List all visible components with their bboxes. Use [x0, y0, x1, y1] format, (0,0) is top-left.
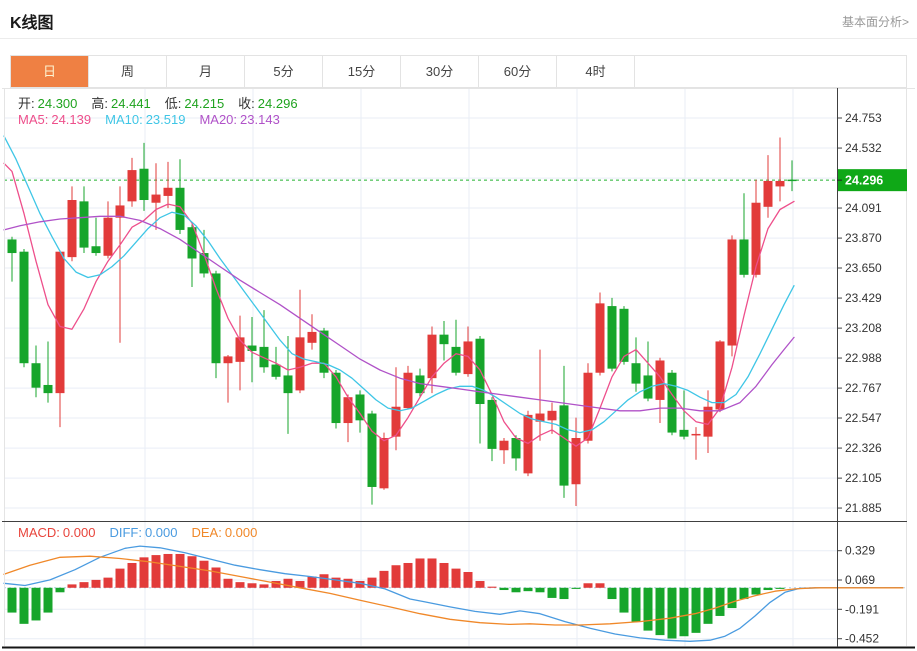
svg-text:22.988: 22.988: [845, 351, 882, 365]
svg-text:-0.191: -0.191: [845, 602, 879, 616]
ma-lines-layer: [4, 136, 794, 446]
svg-text:22.326: 22.326: [845, 441, 882, 455]
kline-chart-canvas[interactable]: 24.753 24.532 24.091 23.870 23.650 23.429 23.2…: [0, 0, 917, 651]
candles-layer: [8, 137, 797, 506]
current-price-badge: 24.296: [837, 169, 907, 191]
svg-text:0.329: 0.329: [845, 544, 875, 558]
svg-text:23.870: 23.870: [845, 231, 882, 245]
macd-layer: [4, 546, 903, 641]
svg-text:22.767: 22.767: [845, 381, 882, 395]
svg-text:23.208: 23.208: [845, 321, 882, 335]
kline-widget: K线图 基本面分析> 日周月5分15分30分60分4时 24.75324.532…: [0, 0, 917, 651]
svg-text:22.105: 22.105: [845, 471, 882, 485]
svg-text:24.532: 24.532: [845, 141, 882, 155]
svg-text:24.296: 24.296: [845, 174, 883, 188]
svg-text:0.069: 0.069: [845, 573, 875, 587]
svg-text:-0.452: -0.452: [845, 632, 879, 646]
svg-text:21.885: 21.885: [845, 501, 882, 515]
svg-text:22.547: 22.547: [845, 411, 882, 425]
svg-text:24.091: 24.091: [845, 201, 882, 215]
svg-text:24.753: 24.753: [845, 111, 882, 125]
svg-text:23.650: 23.650: [845, 261, 882, 275]
svg-text:23.429: 23.429: [845, 291, 882, 305]
